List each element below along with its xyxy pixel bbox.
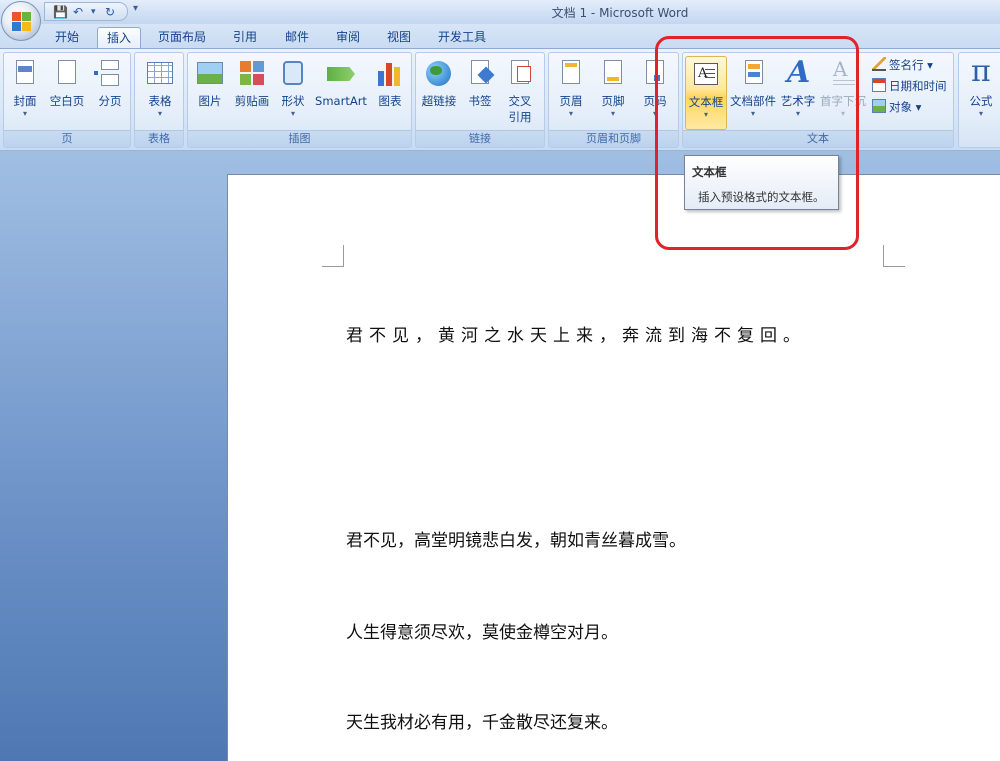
tab-mailings[interactable]: 邮件 — [276, 27, 318, 49]
tab-page-layout[interactable]: 页面布局 — [150, 27, 214, 49]
page-break-icon — [94, 58, 126, 90]
tooltip-title: 文本框 — [692, 165, 727, 179]
group-text: A 文本框 ▾ 文档部件 ▾ A 艺术字 ▾ A 首字下沉 ▾ 签名行 ▾ 日期… — [682, 52, 954, 148]
tab-home[interactable]: 开始 — [46, 27, 88, 49]
office-logo-icon — [12, 12, 32, 32]
textbox-tooltip: 文本框 插入预设格式的文本框。 — [684, 155, 839, 210]
quick-parts-button[interactable]: 文档部件 ▾ — [729, 56, 777, 130]
group-label-tables: 表格 — [135, 130, 183, 147]
paragraph-2[interactable]: 君不见，高堂明镜悲白发，朝如青丝暮成雪。 — [346, 526, 686, 551]
bookmark-icon — [464, 58, 496, 90]
bookmark-button[interactable]: 书签 — [462, 56, 498, 130]
table-button[interactable]: 表格 ▾ — [139, 56, 181, 130]
window-title: 文档 1 - Microsoft Word — [551, 6, 689, 20]
quick-parts-icon — [737, 58, 769, 90]
footer-icon — [597, 58, 629, 90]
document-page[interactable]: 君不见，黄河之水天上来，奔流到海不复回。 君不见，高堂明镜悲白发，朝如青丝暮成雪… — [227, 174, 1000, 761]
calendar-icon — [872, 78, 886, 92]
shapes-icon — [277, 58, 309, 90]
wordart-button[interactable]: A 艺术字 ▾ — [779, 56, 817, 130]
wordart-icon: A — [787, 55, 811, 90]
group-illustrations: 图片 剪贴画 形状 ▾ SmartArt 图表 插图 — [187, 52, 412, 148]
object-button[interactable]: 对象 ▾ — [872, 98, 921, 117]
footer-button[interactable]: 页脚 ▾ — [593, 56, 633, 130]
shapes-button[interactable]: 形状 ▾ — [276, 56, 310, 130]
ribbon: 封面 ▾ 空白页 分页 页 表格 ▾ 表格 图片 剪贴画 形状 ▾ SmartA… — [0, 48, 1000, 151]
tab-view[interactable]: 视图 — [378, 27, 420, 49]
paragraph-3[interactable]: 人生得意须尽欢，莫使金樽空对月。 — [346, 618, 618, 643]
clipart-icon — [236, 58, 268, 90]
table-icon — [144, 58, 176, 90]
chart-button[interactable]: 图表 — [372, 56, 408, 130]
blank-page-button[interactable]: 空白页 — [46, 56, 88, 130]
picture-button[interactable]: 图片 — [192, 56, 228, 130]
tooltip-description: 插入预设格式的文本框。 — [698, 190, 825, 204]
group-links: 超链接 书签 交叉 引用 链接 — [415, 52, 545, 148]
crop-mark-left — [322, 245, 344, 267]
group-symbols: π 公式 ▾ — [958, 52, 1000, 148]
ribbon-tabs: 开始 插入 页面布局 引用 邮件 审阅 视图 开发工具 — [0, 24, 1000, 50]
paragraph-1[interactable]: 君不见，黄河之水天上来，奔流到海不复回。 — [346, 321, 806, 346]
drop-cap-button[interactable]: A 首字下沉 ▾ — [819, 56, 867, 130]
tab-developer[interactable]: 开发工具 — [430, 27, 494, 49]
chart-icon — [374, 58, 406, 90]
header-button[interactable]: 页眉 ▾ — [551, 56, 591, 130]
textbox-icon: A — [690, 59, 722, 91]
tab-review[interactable]: 审阅 — [327, 27, 369, 49]
page-break-button[interactable]: 分页 — [91, 56, 129, 130]
date-time-button[interactable]: 日期和时间 — [872, 77, 947, 96]
crop-mark-right — [883, 245, 905, 267]
cross-reference-icon — [504, 58, 536, 90]
hyperlink-button[interactable]: 超链接 — [418, 56, 460, 130]
group-pages: 封面 ▾ 空白页 分页 页 — [3, 52, 131, 148]
drop-cap-icon: A — [827, 58, 859, 90]
title-bar: 💾 ↶ ▾ ↻ ▾ 文档 1 - Microsoft Word — [0, 0, 1000, 24]
group-tables: 表格 ▾ 表格 — [134, 52, 184, 148]
tab-references[interactable]: 引用 — [224, 27, 266, 49]
cover-page-icon — [9, 58, 41, 90]
clipart-button[interactable]: 剪贴画 — [230, 56, 274, 130]
group-header-footer: 页眉 ▾ 页脚 ▾ 页码 ▾ 页眉和页脚 — [548, 52, 679, 148]
pi-icon: π — [971, 54, 991, 89]
office-button[interactable] — [1, 1, 41, 41]
paragraph-4[interactable]: 天生我材必有用，千金散尽还复来。 — [346, 708, 618, 733]
smartart-button[interactable]: SmartArt — [312, 56, 370, 130]
globe-icon — [423, 58, 455, 90]
object-icon — [872, 99, 886, 113]
signature-line-button[interactable]: 签名行 ▾ — [872, 56, 933, 75]
cover-page-button[interactable]: 封面 ▾ — [6, 56, 44, 130]
blank-page-icon — [51, 58, 83, 90]
smartart-icon — [325, 58, 357, 90]
signature-icon — [872, 57, 886, 71]
header-icon — [555, 58, 587, 90]
equation-button[interactable]: π 公式 ▾ — [961, 54, 1000, 130]
group-label-pages: 页 — [4, 130, 130, 147]
textbox-button[interactable]: A 文本框 ▾ — [685, 56, 727, 130]
cross-reference-button[interactable]: 交叉 引用 — [500, 56, 540, 130]
picture-icon — [194, 58, 226, 90]
group-label-links: 链接 — [416, 130, 544, 147]
group-label-text: 文本 — [683, 130, 953, 147]
tab-insert[interactable]: 插入 — [97, 27, 141, 50]
group-label-illustrations: 插图 — [188, 130, 411, 147]
page-number-button[interactable]: 页码 ▾ — [635, 56, 675, 130]
group-label-header-footer: 页眉和页脚 — [549, 130, 678, 147]
page-number-icon — [639, 58, 671, 90]
